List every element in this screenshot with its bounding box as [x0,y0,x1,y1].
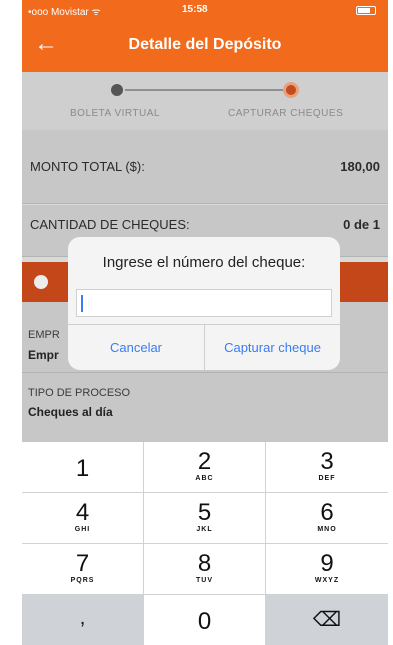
key-letters: MNO [317,526,337,533]
step-1-label: BOLETA VIRTUAL [70,108,160,119]
key-digit: 3 [320,448,334,475]
battery-icon [356,6,376,15]
process-type-label: TIPO DE PROCESO [28,387,131,399]
cancel-button[interactable]: Cancelar [68,325,204,370]
key-letters: DEF [318,475,336,482]
process-type-section: TIPO DE PROCESO Cheques al día [22,372,388,442]
check-number-input[interactable] [76,289,332,317]
key-digit: 7 [75,550,90,577]
check-count-value: 0 de 1 [343,217,380,232]
key-digit: 1 [75,455,90,482]
stepper-line [117,89,289,91]
text-caret [81,295,83,312]
key-6[interactable]: 6 MNO [266,493,388,543]
key-digit: 6 [320,499,334,526]
key-1[interactable]: 1 [22,442,143,492]
key-comma[interactable]: , [22,595,143,645]
process-type-value: Cheques al día [28,405,113,419]
key-3[interactable]: 3 DEF [266,442,388,492]
key-8[interactable]: 8 TUV [144,544,265,594]
company-value: Empr [28,348,59,362]
add-circle-icon [34,275,48,289]
key-digit: 0 [197,608,212,635]
key-4[interactable]: 4 GHI [22,493,143,543]
carrier-label: •ooo Movistar ᯤ [28,7,101,18]
key-letters: JKL [196,526,213,533]
company-label: EMPR [28,329,60,341]
key-letters: WXYZ [314,577,340,584]
key-letters: GHI [74,526,91,533]
key-digit: 5 [197,499,212,526]
key-9[interactable]: 9 WXYZ [266,544,388,594]
key-7[interactable]: 7 PQRS [22,544,143,594]
backspace-icon: ⌫ [312,609,342,631]
numeric-keypad: 1 2 ABC 3 DEF 4 GHI 5 JKL 6 MNO 7 PQRS 8… [22,442,388,645]
key-letters: ABC [195,475,214,482]
total-amount-value: 180,00 [340,159,380,174]
progress-stepper: BOLETA VIRTUAL CAPTURAR CHEQUES [22,72,388,130]
step-2-label: CAPTURAR CHEQUES [228,108,344,119]
status-bar: •ooo Movistar ᯤ 15:58 [22,0,388,20]
step-current-icon [283,82,299,98]
key-letters: PQRS [70,577,95,584]
clock: 15:58 [182,4,208,15]
step-complete-icon [109,82,125,98]
key-digit: 8 [197,550,212,577]
page-title: Detalle del Depósito [128,36,282,53]
key-backspace[interactable]: ⌫ [266,595,388,645]
capture-check-button[interactable]: Capturar cheque [205,325,340,370]
total-amount-row: MONTO TOTAL ($): 180,00 [22,130,388,204]
dialog-message: Ingrese el número del cheque: [102,254,306,271]
key-digit: , [79,607,86,629]
key-2[interactable]: 2 ABC [144,442,265,492]
check-number-dialog: Ingrese el número del cheque: Cancelar C… [68,237,340,370]
phone-screen: •ooo Movistar ᯤ 15:58 ← Detalle del Depó… [22,0,388,645]
key-digit: 2 [197,448,212,475]
key-digit: 4 [75,499,90,526]
key-5[interactable]: 5 JKL [144,493,265,543]
key-digit: 9 [320,550,334,577]
key-0[interactable]: 0 [144,595,265,645]
check-count-label: CANTIDAD DE CHEQUES: [30,217,190,232]
key-letters: TUV [196,577,213,584]
total-amount-label: MONTO TOTAL ($): [30,159,145,174]
nav-bar: ← Detalle del Depósito [22,20,388,72]
